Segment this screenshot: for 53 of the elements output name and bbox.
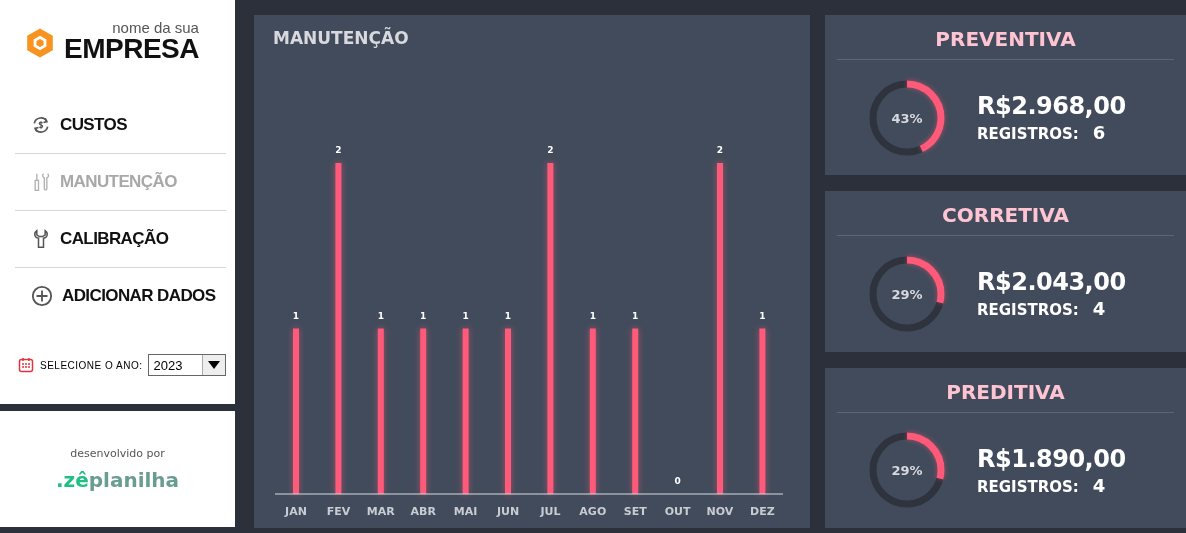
- credit-text: desenvolvido por: [70, 446, 165, 460]
- year-label: SELECIONE O ANO:: [40, 359, 143, 371]
- records-label: REGISTROS:: [977, 125, 1079, 144]
- data-label: 1: [462, 310, 469, 321]
- month-label: NOV: [706, 505, 734, 518]
- data-label: 1: [632, 310, 639, 321]
- amount-value: R$1.890,00: [977, 444, 1126, 473]
- month-label: JUL: [540, 505, 561, 518]
- month-label: ABR: [410, 505, 436, 518]
- amount-value: R$2.968,00: [977, 92, 1126, 121]
- logo-tagline: nome da sua: [112, 20, 199, 35]
- data-label: 1: [420, 310, 427, 321]
- month-label: DEZ: [750, 505, 775, 518]
- card-title: PREDITIVA: [837, 367, 1174, 413]
- percent-label: 43%: [891, 110, 923, 126]
- year-dropdown[interactable]: 2023: [148, 354, 227, 376]
- data-label: 1: [292, 310, 300, 321]
- calendar-icon: [18, 357, 34, 373]
- nav-item[interactable]: ADICIONAR DADOS: [15, 285, 216, 307]
- month-label: JAN: [285, 505, 307, 518]
- dropdown-caret-icon: [208, 361, 221, 369]
- data-label: 1: [759, 310, 766, 321]
- data-label: 2: [335, 145, 342, 155]
- amount-value: R$2.043,00: [977, 268, 1126, 297]
- nav-item[interactable]: CALIBRAÇÃO: [15, 226, 169, 252]
- data-label: 1: [504, 310, 512, 321]
- month-label: JUN: [496, 505, 520, 518]
- month-label: OUT: [664, 505, 691, 518]
- company-name: EMPRESA: [64, 35, 199, 63]
- data-label: 0: [674, 476, 681, 486]
- plus-circle-icon: [31, 285, 53, 307]
- nav-item[interactable]: CUSTOS: [15, 115, 127, 135]
- percent-label: 29%: [891, 462, 923, 478]
- percent-label: 29%: [891, 286, 923, 302]
- data-label: 1: [377, 310, 384, 321]
- records-count: 4: [1092, 298, 1106, 320]
- records-label: REGISTROS:: [977, 477, 1079, 496]
- month-label: MAR: [366, 505, 395, 518]
- brand-logo: .zêplanilha: [55, 467, 180, 492]
- data-label: 1: [589, 310, 596, 321]
- card-title: PREVENTIVA: [837, 15, 1174, 60]
- data-label: 2: [547, 145, 554, 155]
- chart-title: MANUTENÇÃO: [272, 26, 410, 50]
- records-label: REGISTROS:: [977, 301, 1079, 320]
- records-count: 4: [1092, 474, 1106, 496]
- data-label: 2: [716, 145, 724, 155]
- card-title: CORRETIVA: [837, 191, 1174, 237]
- records-count: 6: [1092, 122, 1106, 144]
- dollar-cycle-icon: [31, 115, 51, 135]
- month-label: AGO: [579, 505, 607, 518]
- month-label: MAI: [453, 505, 478, 518]
- month-label: SET: [623, 505, 647, 518]
- month-label: FEV: [326, 505, 351, 518]
